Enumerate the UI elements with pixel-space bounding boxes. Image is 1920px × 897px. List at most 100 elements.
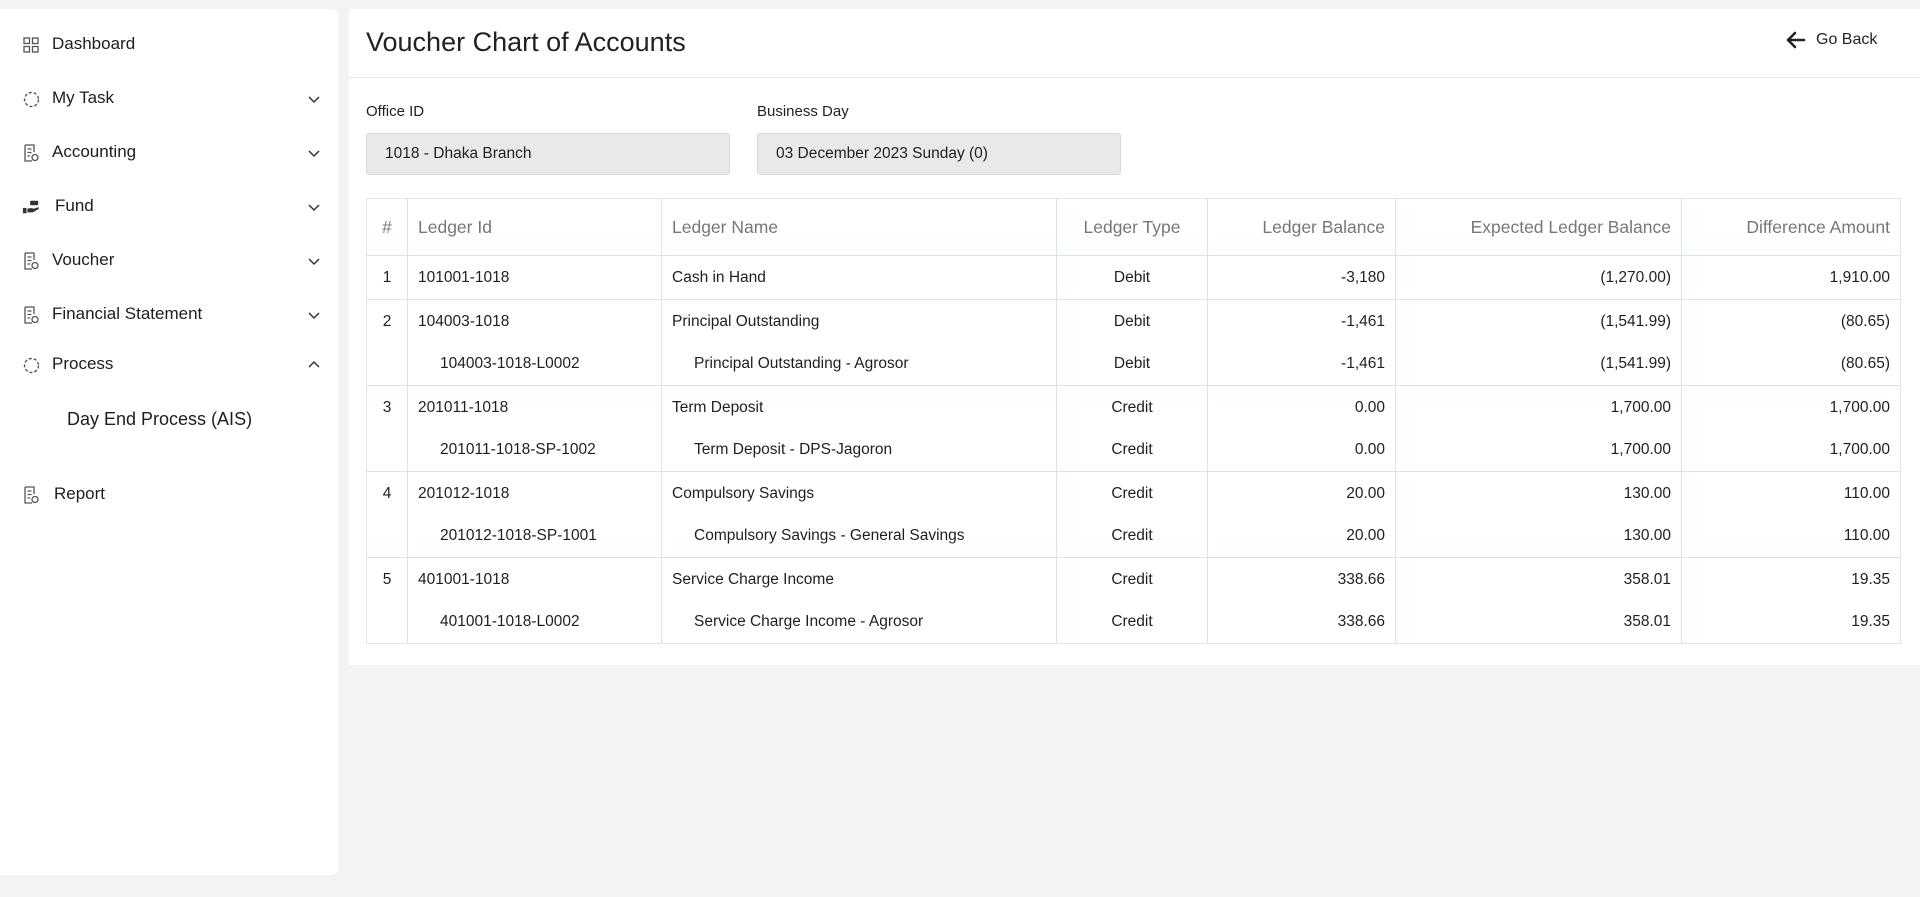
expected-balance: (1,541.99): [1395, 299, 1682, 344]
ledger-name: Term Deposit - DPS-Jagoron: [661, 429, 1057, 472]
ledger-table: # Ledger Id Ledger Name Ledger Type Ledg…: [366, 198, 1901, 644]
sidebar-item-label: Accounting: [52, 142, 137, 161]
difference-amount: (80.65): [1840, 355, 1890, 373]
column-header-ledger-balance[interactable]: Ledger Balance: [1207, 198, 1396, 256]
page-title: Voucher Chart of Accounts: [366, 27, 686, 57]
row-number: [366, 429, 408, 472]
office-id-field[interactable]: [366, 133, 730, 175]
expected-balance: 358.01: [1395, 557, 1682, 602]
row-number: 3: [366, 385, 408, 430]
ledger-balance: -1,461: [1207, 299, 1396, 344]
ledger-name: Service Charge Income - Agrosor: [661, 601, 1057, 644]
ledger-id: 201011-1018: [407, 385, 662, 430]
go-back-button[interactable]: Go Back: [1786, 31, 1877, 49]
arrow-left-icon: [1786, 31, 1806, 49]
ledger-name: Service Charge Income: [661, 557, 1057, 602]
sidebar-item-my-task[interactable]: My Task: [0, 78, 338, 118]
column-header-ledger-id[interactable]: Ledger Id: [407, 198, 662, 256]
chevron-down-icon: [308, 150, 320, 158]
column-header-ledger-type[interactable]: Ledger Type: [1056, 198, 1208, 256]
sidebar-subitem-day-end-process[interactable]: Day End Process (AIS): [67, 409, 252, 430]
ledger-name: Compulsory Savings: [661, 471, 1057, 516]
expected-balance: 130.00: [1395, 515, 1682, 558]
row-number: 4: [366, 471, 408, 516]
sidebar-item-label: Fund: [55, 196, 94, 215]
chevron-down-icon: [308, 258, 320, 266]
sidebar-item-label: Dashboard: [52, 34, 136, 53]
dashed-circle-icon: [22, 90, 40, 108]
expected-balance: (1,541.99): [1395, 343, 1682, 386]
sidebar-item-label: Process: [52, 354, 114, 373]
column-header-expected-balance[interactable]: Expected Ledger Balance: [1395, 198, 1682, 256]
dashed-circle-icon: [22, 356, 40, 374]
ledger-id: 401001-1018-L0002: [407, 601, 662, 644]
column-header-ledger-name[interactable]: Ledger Name: [661, 198, 1057, 256]
expected-balance: 1,700.00: [1395, 429, 1682, 472]
sidebar: Dashboard My Task Accounting Fund Vouche…: [0, 9, 338, 875]
ledger-type: Credit: [1056, 471, 1208, 516]
ledger-name: Compulsory Savings - General Savings: [661, 515, 1057, 558]
sidebar-item-voucher[interactable]: Voucher: [0, 240, 338, 280]
table-subrow[interactable]: 201011-1018-SP-1002 Term Deposit - DPS-J…: [366, 429, 1901, 472]
sidebar-item-label: Voucher: [52, 250, 115, 269]
sidebar-item-financial-statement[interactable]: Financial Statement: [0, 294, 338, 334]
office-id-label: Office ID: [366, 103, 425, 120]
ledger-id: 401001-1018: [407, 557, 662, 602]
ledger-balance: 0.00: [1207, 429, 1396, 472]
business-day-label: Business Day: [757, 103, 849, 120]
main-panel: Voucher Chart of Accounts Go Back Office…: [349, 9, 1920, 665]
ledger-type: Credit: [1056, 385, 1208, 430]
expected-balance: 1,700.00: [1395, 385, 1682, 430]
ledger-balance: 0.00: [1207, 385, 1396, 430]
sidebar-item-fund[interactable]: Fund: [0, 186, 338, 226]
table-header-row: # Ledger Id Ledger Name Ledger Type Ledg…: [366, 198, 1901, 256]
table-row[interactable]: 4 201012-1018 Compulsory Savings Credit …: [366, 471, 1901, 516]
table-row[interactable]: 3 201011-1018 Term Deposit Credit 0.00 1…: [366, 385, 1901, 430]
row-number: [366, 601, 408, 644]
document-icon: [22, 252, 40, 270]
ledger-id: 201011-1018-SP-1002: [407, 429, 662, 472]
expected-balance: (1,270.00): [1395, 255, 1682, 300]
chevron-down-icon: [308, 204, 320, 212]
ledger-type: Debit: [1056, 299, 1208, 344]
business-day-field[interactable]: [757, 133, 1121, 175]
sidebar-item-dashboard[interactable]: Dashboard: [0, 24, 338, 64]
ledger-name: Cash in Hand: [661, 255, 1057, 300]
table-row[interactable]: 1 101001-1018 Cash in Hand Debit -3,180 …: [366, 255, 1901, 300]
table-subrow[interactable]: 104003-1018-L0002 Principal Outstanding …: [366, 343, 1901, 386]
table-row[interactable]: 2 104003-1018 Principal Outstanding Debi…: [366, 299, 1901, 344]
sidebar-item-label: Financial Statement: [52, 304, 203, 323]
difference-amount: 110.00: [1681, 471, 1901, 516]
table-row[interactable]: 5 401001-1018 Service Charge Income Cred…: [366, 557, 1901, 602]
table-subrow[interactable]: 401001-1018-L0002 Service Charge Income …: [366, 601, 1901, 644]
ledger-name: Term Deposit: [661, 385, 1057, 430]
sidebar-item-report[interactable]: Report: [0, 474, 338, 514]
chevron-up-icon: [308, 360, 320, 368]
ledger-balance: 20.00: [1207, 471, 1396, 516]
difference-amount: 1,910.00: [1829, 268, 1890, 286]
document-icon: [22, 486, 40, 504]
sidebar-item-accounting[interactable]: Accounting: [0, 132, 338, 172]
ledger-name: Principal Outstanding - Agrosor: [661, 343, 1057, 386]
expected-balance: 358.01: [1395, 601, 1682, 644]
difference-amount: 19.35: [1851, 613, 1890, 631]
ledger-type: Credit: [1056, 429, 1208, 472]
sidebar-item-label: Report: [54, 484, 106, 503]
table-subrow[interactable]: 201012-1018-SP-1001 Compulsory Savings -…: [366, 515, 1901, 558]
sidebar-item-label: My Task: [52, 88, 115, 107]
document-icon: [22, 144, 40, 162]
column-header-number: #: [366, 198, 408, 256]
ledger-type: Credit: [1056, 601, 1208, 644]
ledger-balance: -3,180: [1207, 255, 1396, 300]
column-header-difference-amount[interactable]: Difference Amount: [1681, 198, 1901, 256]
row-number: 2: [366, 299, 408, 344]
chevron-down-icon: [308, 96, 320, 104]
hand-money-icon: [22, 198, 40, 216]
ledger-id: 101001-1018: [407, 255, 662, 300]
grid-icon: [22, 36, 40, 54]
chevron-down-icon: [308, 312, 320, 320]
ledger-id: 201012-1018-SP-1001: [407, 515, 662, 558]
sidebar-item-process[interactable]: Process: [0, 344, 338, 384]
ledger-balance: -1,461: [1207, 343, 1396, 386]
go-back-label: Go Back: [1816, 31, 1878, 48]
